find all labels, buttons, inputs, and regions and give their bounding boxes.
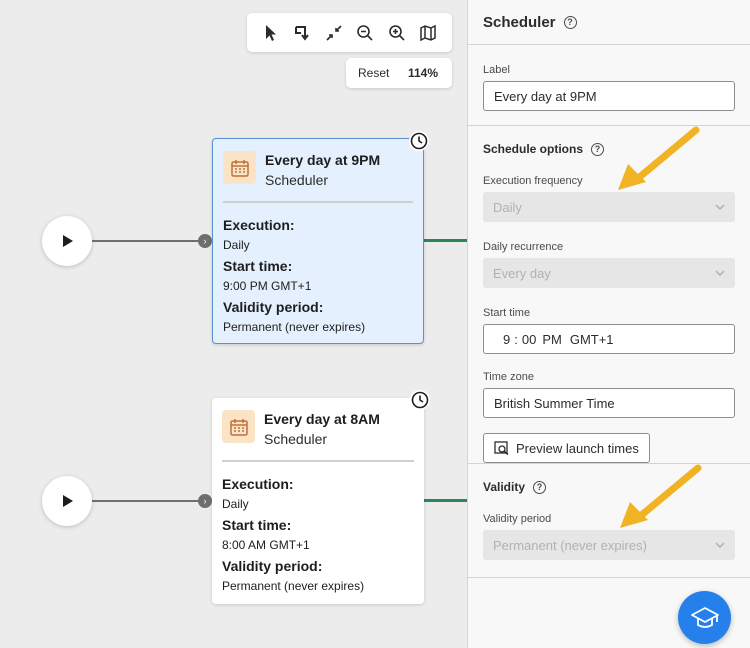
- zoom-in-icon: [388, 24, 405, 41]
- map-icon: [420, 24, 436, 41]
- play-icon: [63, 235, 73, 247]
- label-input[interactable]: Every day at 9PM: [483, 81, 735, 111]
- validity-period-select: Permanent (never expires): [483, 530, 735, 560]
- learn-icon: [690, 606, 719, 628]
- node-type: Scheduler: [264, 431, 328, 447]
- start-hour[interactable]: 9: [503, 332, 510, 347]
- start-ampm[interactable]: PM: [542, 332, 562, 347]
- zoom-level: 114%: [407, 66, 438, 80]
- schedule-options-section: Schedule options ? Execution frequency D…: [468, 126, 750, 464]
- chevron-right-icon[interactable]: ›: [198, 494, 212, 508]
- start-time-label: Start time:: [222, 517, 292, 533]
- time-separator: :: [514, 331, 518, 347]
- time-zone-label: Time zone: [483, 371, 534, 383]
- validity-label: Validity period:: [222, 558, 323, 574]
- preview-button-label: Preview launch times: [516, 440, 639, 456]
- execution-label: Execution:: [223, 217, 295, 233]
- execution-value: Daily: [222, 497, 249, 511]
- zoom-out-button[interactable]: [352, 20, 378, 46]
- pointer-icon: [265, 24, 276, 41]
- node-header: Every day at 8AM Scheduler: [222, 410, 414, 462]
- reset-zoom-button[interactable]: Reset: [358, 66, 389, 80]
- execution-label: Execution:: [222, 476, 294, 492]
- outgoing-transition: [424, 239, 467, 242]
- zoom-in-button[interactable]: [384, 20, 410, 46]
- preview-icon: [494, 441, 509, 455]
- start-time-value: 8:00 AM GMT+1: [222, 538, 310, 552]
- calendar-icon: [223, 151, 256, 184]
- zoom-out-icon: [357, 24, 373, 41]
- annotation-arrow: [620, 464, 702, 528]
- preview-launch-times-button[interactable]: Preview launch times: [483, 433, 650, 463]
- collapse-icon: [326, 24, 342, 41]
- clock-icon: [409, 131, 429, 151]
- help-icon[interactable]: ?: [591, 142, 605, 156]
- validity-period-value: Permanent (never expires): [493, 537, 647, 553]
- rearrange-icon: [295, 25, 310, 41]
- chevron-down-icon: [715, 204, 725, 210]
- start-minute[interactable]: 00: [522, 332, 536, 347]
- pointer-tool-button[interactable]: [258, 20, 284, 46]
- scheduler-node-9pm[interactable]: Every day at 9PM Scheduler Execution: Da…: [212, 131, 429, 344]
- play-icon: [63, 495, 73, 507]
- daily-recurrence-value: Every day: [493, 265, 551, 281]
- help-icon[interactable]: ?: [533, 480, 547, 494]
- connection-line: [92, 500, 202, 502]
- validity-label: Validity period:: [223, 299, 324, 315]
- connection-line: [92, 240, 202, 242]
- start-time-value: 9:00 PM GMT+1: [223, 279, 312, 293]
- validity-value: Permanent (never expires): [222, 579, 365, 593]
- rearrange-button[interactable]: [289, 20, 315, 46]
- help-icon[interactable]: ?: [563, 15, 577, 29]
- properties-panel: Scheduler ? Label Every day at 9PM Sched…: [467, 0, 750, 648]
- panel-header: Scheduler ?: [468, 0, 750, 45]
- node-title: Every day at 9PM: [265, 152, 381, 168]
- start-time-input[interactable]: 9 : 00 PM GMT+1: [483, 324, 735, 354]
- scheduler-node-8am[interactable]: Every day at 8AM Scheduler Execution: Da…: [212, 390, 430, 604]
- collapse-button[interactable]: [321, 20, 347, 46]
- execution-frequency-value: Daily: [493, 199, 522, 215]
- clock-icon: [410, 390, 430, 410]
- execution-frequency-select: Daily: [483, 192, 735, 222]
- chevron-down-icon: [715, 270, 725, 276]
- start-button[interactable]: [42, 216, 92, 266]
- time-zone-input[interactable]: British Summer Time: [483, 388, 735, 418]
- annotation-arrow: [618, 126, 700, 190]
- start-timezone: GMT+1: [569, 331, 614, 347]
- chevron-right-icon[interactable]: ›: [198, 234, 212, 248]
- validity-title: Validity: [483, 480, 526, 494]
- start-button[interactable]: [42, 476, 92, 526]
- canvas-toolbar: [247, 13, 452, 52]
- calendar-icon: [222, 410, 255, 443]
- start-time-label: Start time: [483, 307, 531, 319]
- daily-recurrence-label: Daily recurrence: [483, 241, 564, 253]
- validity-section: Validity ? Validity period Permanent (ne…: [468, 464, 750, 578]
- panel-title: Scheduler: [483, 13, 556, 31]
- label-field-label: Label: [483, 64, 510, 76]
- chevron-down-icon: [715, 542, 725, 548]
- node-header: Every day at 9PM Scheduler: [223, 151, 413, 203]
- schedule-options-title: Schedule options: [483, 142, 584, 156]
- start-time-label: Start time:: [223, 258, 293, 274]
- minimap-button[interactable]: [415, 20, 441, 46]
- daily-recurrence-select: Every day: [483, 258, 735, 288]
- label-section: Label Every day at 9PM: [468, 45, 750, 126]
- node-type: Scheduler: [265, 172, 329, 188]
- workflow-canvas[interactable]: Reset 114% › Every day at 9PM Scheduler …: [0, 0, 467, 648]
- validity-value: Permanent (never expires): [223, 320, 366, 334]
- execution-value: Daily: [223, 238, 250, 252]
- node-title: Every day at 8AM: [264, 411, 380, 427]
- learn-button[interactable]: [678, 591, 731, 644]
- outgoing-transition: [424, 499, 467, 502]
- zoom-controls: Reset 114%: [346, 58, 452, 88]
